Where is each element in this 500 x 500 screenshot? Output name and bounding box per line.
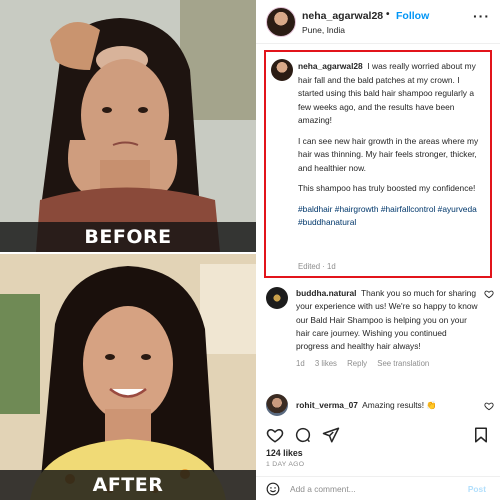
commenter-avatar[interactable]: [266, 287, 288, 309]
likes-count[interactable]: 124 likes: [266, 448, 303, 458]
after-photo: AFTER: [0, 254, 256, 500]
post-date: 1 DAY AGO: [266, 461, 305, 468]
avatar[interactable]: [266, 7, 296, 37]
add-comment-bar: Post: [256, 476, 500, 500]
post-header: neha_agarwal28 • Follow Pune, India ···: [256, 0, 500, 44]
comment-like-heart-icon[interactable]: [484, 289, 494, 299]
see-translation-link[interactable]: See translation: [377, 359, 429, 368]
follow-button[interactable]: Follow: [396, 10, 429, 22]
caption-paragraph-3: This shampoo has truly boosted my confid…: [298, 183, 476, 193]
commenter-avatar[interactable]: [266, 394, 288, 416]
before-portrait-illustration: [0, 0, 256, 252]
comment-meta: 1d 3 likes Reply See translation: [296, 357, 480, 370]
comment-username[interactable]: buddha.natural: [296, 288, 357, 298]
post-comment-button[interactable]: Post: [468, 484, 486, 494]
add-comment-input[interactable]: [290, 482, 440, 496]
comment-likes[interactable]: 3 likes: [315, 359, 337, 368]
before-photo: BEFORE: [0, 0, 256, 252]
comment-text: Amazing results!: [362, 400, 425, 410]
comment-username[interactable]: rohit_verma_07: [296, 400, 358, 410]
comment-time: 1d: [296, 359, 305, 369]
caption-meta: Edited · 1d: [298, 262, 336, 271]
before-label-bar: BEFORE: [0, 222, 256, 252]
header-username[interactable]: neha_agarwal28: [302, 10, 383, 22]
caption-username[interactable]: neha_agarwal28: [298, 61, 363, 71]
comment-icon[interactable]: [294, 426, 312, 444]
caption-hashtags[interactable]: #baldhair #hairgrowth #hairfallcontrol #…: [298, 203, 486, 230]
comment-like-heart-icon[interactable]: [484, 401, 494, 411]
after-portrait-illustration: [0, 254, 256, 500]
post-actions: [266, 426, 490, 446]
comment-body: rohit_verma_07 Amazing results! 👏: [296, 399, 480, 412]
more-horizontal-icon[interactable]: ···: [473, 8, 490, 24]
before-label: BEFORE: [84, 226, 172, 248]
reply-button[interactable]: Reply: [347, 359, 367, 368]
bookmark-icon[interactable]: [472, 426, 490, 444]
comment-body: buddha.natural Thank you so much for sha…: [296, 287, 480, 371]
after-label-bar: AFTER: [0, 470, 256, 500]
heart-icon[interactable]: [266, 426, 284, 444]
after-label: AFTER: [92, 474, 164, 496]
smile-icon[interactable]: [266, 482, 280, 496]
header-location[interactable]: Pune, India: [302, 25, 345, 35]
before-after-image: BEFORE AFTER: [0, 0, 256, 500]
caption-highlight-box: neha_agarwal28 I was really worried abou…: [264, 50, 492, 278]
send-icon[interactable]: [322, 426, 340, 444]
caption-text: neha_agarwal28 I was really worried abou…: [298, 60, 486, 232]
caption-avatar[interactable]: [271, 59, 293, 81]
clapping-emoji: 👏: [426, 400, 437, 410]
header-separator: •: [386, 9, 390, 20]
post-panel: neha_agarwal28 • Follow Pune, India ··· …: [256, 0, 500, 500]
caption-paragraph-2: I can see new hair growth in the areas w…: [298, 135, 479, 173]
